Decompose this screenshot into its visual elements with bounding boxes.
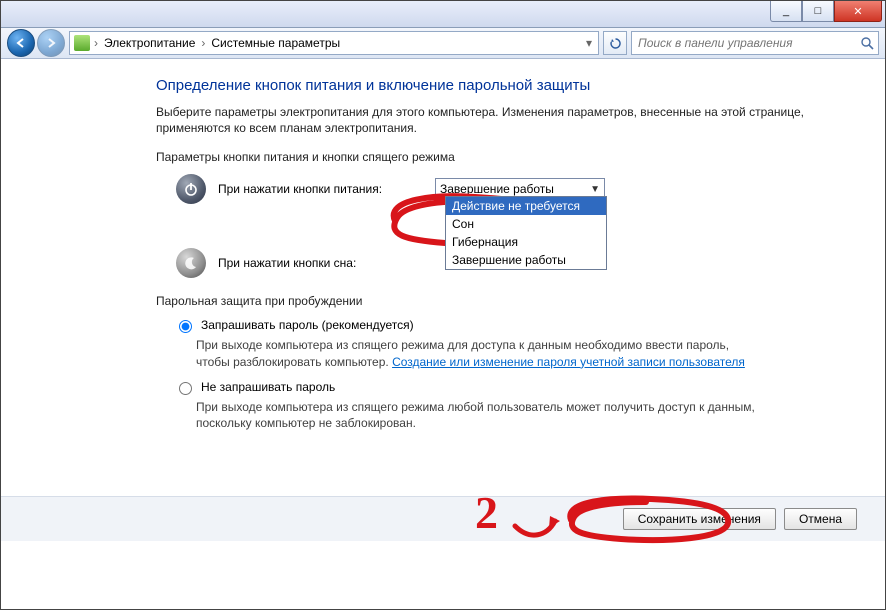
power-button-dropdown: Действие не требуется Сон Гибернация Зав… [445,196,607,270]
no-password-label: Не запрашивать пароль [201,380,335,394]
breadcrumb-item-1[interactable]: Электропитание [102,36,197,50]
minimize-button[interactable]: _ [770,1,802,22]
dropdown-option-shutdown[interactable]: Завершение работы [446,251,606,269]
breadcrumb-sep: › [199,36,207,50]
close-icon: ✕ [853,5,862,18]
breadcrumb[interactable]: › Электропитание › Системные параметры ▾ [69,31,599,55]
content-area: Определение кнопок питания и включение п… [1,59,885,511]
close-button[interactable]: ✕ [834,1,882,22]
refresh-icon [609,37,622,50]
nav-arrows [7,29,65,57]
back-button[interactable] [7,29,35,57]
titlebar[interactable]: _ □ ✕ [1,1,885,28]
require-password-desc: При выходе компьютера из спящего режима … [196,337,766,369]
password-option-none: Не запрашивать пароль При выходе компьют… [174,380,845,431]
no-password-radio[interactable] [179,382,192,395]
section-power-buttons: Параметры кнопки питания и кнопки спящег… [156,150,845,164]
combo-value: Завершение работы [440,182,554,196]
breadcrumb-sep: › [92,36,100,50]
section-password-protection: Парольная защита при пробуждении [156,294,845,308]
require-password-label: Запрашивать пароль (рекомендуется) [201,318,414,332]
page-title: Определение кнопок питания и включение п… [156,77,845,94]
create-password-link[interactable]: Создание или изменение пароля учетной за… [392,355,745,369]
power-options-icon [74,35,90,51]
password-option-require: Запрашивать пароль (рекомендуется) При в… [174,318,845,369]
dropdown-option-no-action[interactable]: Действие не требуется [446,197,606,215]
maximize-button[interactable]: □ [802,1,834,22]
arrow-right-icon [45,37,57,49]
power-button-label: При нажатии кнопки питания: [218,182,423,196]
window-controls: _ □ ✕ [770,1,882,22]
dropdown-option-sleep[interactable]: Сон [446,215,606,233]
control-panel-window: _ □ ✕ › Электропитание › Системные парам… [0,0,886,610]
search-icon [860,36,874,50]
arrow-left-icon [15,37,27,49]
forward-button[interactable] [37,29,65,57]
power-icon [176,174,206,204]
cancel-button[interactable]: Отмена [784,508,857,530]
dropdown-option-hibernate[interactable]: Гибернация [446,233,606,251]
page-description: Выберите параметры электропитания для эт… [156,104,845,136]
power-button-action-row: При нажатии кнопки питания: Завершение р… [176,174,845,204]
no-password-desc: При выходе компьютера из спящего режима … [196,399,766,431]
chevron-down-icon: ▼ [590,184,600,195]
search-input[interactable] [636,35,854,51]
refresh-button[interactable] [603,31,627,55]
search-box[interactable] [631,31,879,55]
address-bar: › Электропитание › Системные параметры ▾ [1,28,885,59]
footer-buttons: Сохранить изменения Отмена [1,496,885,541]
require-password-radio[interactable] [179,320,192,333]
breadcrumb-item-2[interactable]: Системные параметры [209,36,342,50]
save-button[interactable]: Сохранить изменения [623,508,776,530]
sleep-icon [176,248,206,278]
chevron-down-icon[interactable]: ▾ [584,36,594,50]
minimize-icon: _ [783,5,789,17]
maximize-icon: □ [815,5,822,17]
sleep-button-label: При нажатии кнопки сна: [218,256,423,270]
